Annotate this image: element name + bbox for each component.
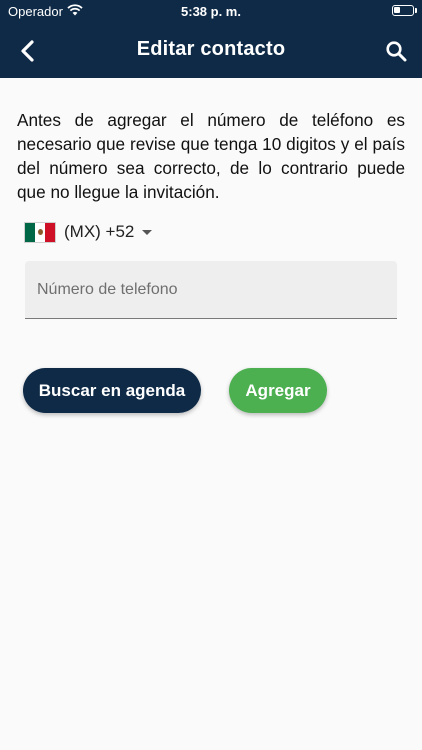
status-bar: Operador 5:38 p. m. xyxy=(0,0,422,24)
phone-number-field xyxy=(25,261,397,319)
caret-down-icon xyxy=(142,229,153,235)
search-contacts-button[interactable]: Buscar en agenda xyxy=(23,368,201,413)
app-bar: Editar contacto xyxy=(0,24,422,78)
phone-number-input[interactable] xyxy=(25,261,397,318)
search-button[interactable] xyxy=(382,37,410,65)
instructions-text: Antes de agregar el número de teléfono e… xyxy=(17,110,405,202)
battery-icon xyxy=(392,5,417,16)
status-time: 5:38 p. m. xyxy=(181,4,241,19)
country-code-picker[interactable]: (MX) +52 xyxy=(24,220,153,244)
battery-level xyxy=(394,7,400,13)
mexico-flag-icon xyxy=(24,221,56,243)
add-button[interactable]: Agregar xyxy=(229,368,327,413)
country-code-label: (MX) +52 xyxy=(64,222,135,241)
search-icon xyxy=(386,41,407,62)
page-title: Editar contacto xyxy=(136,38,286,60)
